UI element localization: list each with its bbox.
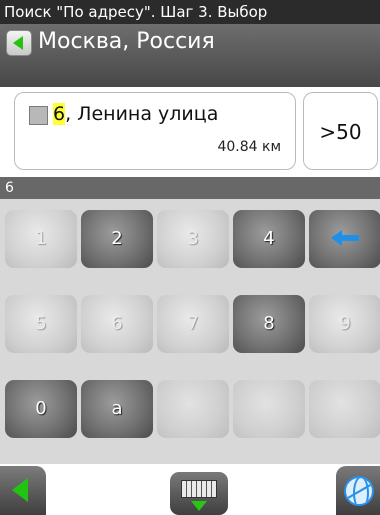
key-5: 5 (5, 295, 77, 353)
more-results-button[interactable]: >50 (303, 92, 378, 170)
result-name: 6, Ленина улица (53, 103, 218, 125)
key-4[interactable]: 4 (233, 210, 305, 268)
keyboard-toggle-button[interactable] (170, 472, 228, 515)
key-blank (309, 380, 380, 438)
key-2[interactable]: 2 (81, 210, 153, 268)
location-title: Москва, Россия (38, 29, 215, 54)
result-checkbox[interactable] (29, 106, 48, 125)
key-a[interactable]: а (81, 380, 153, 438)
key-7: 7 (157, 295, 229, 353)
back-button[interactable] (0, 466, 46, 515)
key-0[interactable]: 0 (5, 380, 77, 438)
map-button[interactable] (336, 466, 380, 515)
search-result-item[interactable]: 6, Ленина улица 40.84 км (14, 92, 296, 170)
keyboard-icon (181, 480, 217, 498)
house-number-input: 6 (0, 177, 380, 199)
key-blank (233, 380, 305, 438)
chevron-down-icon (191, 501, 207, 511)
result-distance: 40.84 км (217, 139, 281, 155)
street-name: , Ленина улица (65, 103, 219, 125)
key-blank (157, 380, 229, 438)
key-1: 1 (5, 210, 77, 268)
backspace-arrow-icon (331, 230, 359, 246)
key-9: 9 (309, 295, 380, 353)
house-number-highlight: 6 (53, 103, 66, 125)
key-8[interactable]: 8 (233, 295, 305, 353)
back-icon[interactable] (6, 30, 32, 56)
globe-icon (344, 476, 374, 506)
backspace-button[interactable] (309, 210, 380, 268)
window-title: Поиск "По адресу". Шаг 3. Выбор (0, 0, 380, 24)
key-6: 6 (81, 295, 153, 353)
keyboard-panel: 1 2 3 4 5 6 7 8 9 0 а (0, 199, 380, 464)
key-3: 3 (157, 210, 229, 268)
